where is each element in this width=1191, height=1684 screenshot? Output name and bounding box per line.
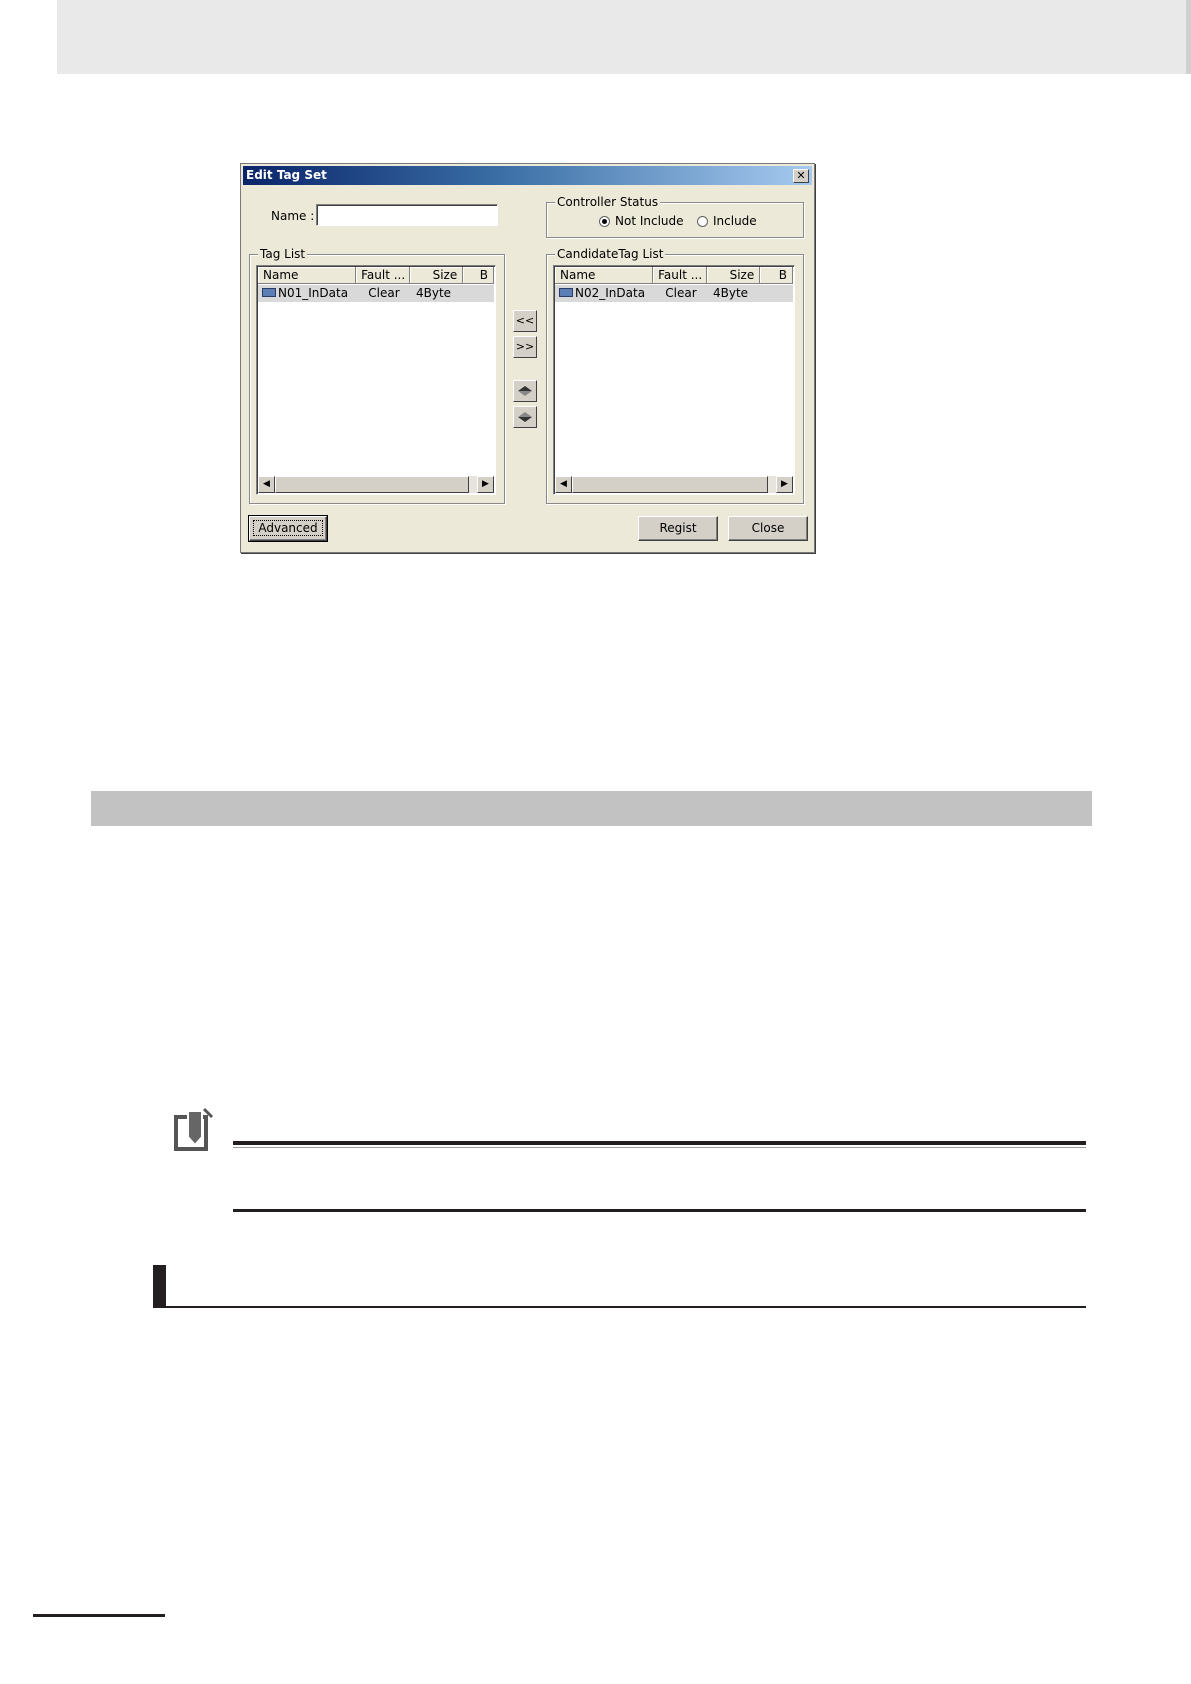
tag-list-group: Tag List Name Fault ... Size B N01_InDat… (249, 247, 505, 504)
row-name-cell: N02_InData (555, 285, 654, 302)
radio-not-include-label: Not Include (615, 214, 684, 228)
radio-include-label: Include (713, 214, 757, 228)
precaution-top-thin-rule (233, 1147, 1086, 1148)
column-fault[interactable]: Fault ... (356, 267, 410, 284)
controller-status-group: Controller Status Not Include Include (546, 195, 804, 238)
dialog-title: Edit Tag Set (246, 168, 327, 182)
row-name: N01_InData (278, 286, 349, 300)
name-field[interactable] (316, 204, 498, 226)
regist-button[interactable]: Regist (638, 516, 718, 541)
candidate-tag-list-legend: CandidateTag List (555, 247, 666, 261)
arrow-up-icon (518, 386, 532, 396)
advanced-button[interactable]: Advanced (248, 515, 328, 542)
page-header-band (57, 0, 1191, 74)
tag-icon (262, 288, 276, 297)
column-name[interactable]: Name (555, 267, 654, 284)
remove-from-tag-list-button[interactable]: >> (513, 336, 537, 358)
dialog-titlebar: Edit Tag Set ✕ (243, 166, 812, 185)
move-up-button[interactable] (513, 380, 537, 402)
page-header-edge (1186, 0, 1191, 74)
close-icon[interactable]: ✕ (793, 169, 809, 183)
row-size: 4Byte (713, 286, 749, 300)
scroll-right-icon[interactable]: ▶ (477, 476, 494, 493)
candidate-tag-list-view[interactable]: Name Fault ... Size B N02_InData Clear 4… (553, 265, 795, 495)
add-to-tag-list-button[interactable]: << (513, 310, 537, 332)
row-name-cell: N01_InData (258, 285, 357, 302)
candidate-list-header: Name Fault ... Size B (555, 267, 794, 284)
candidate-tag-list-group: CandidateTag List Name Fault ... Size B … (546, 247, 804, 504)
scroll-right-icon[interactable]: ▶ (776, 476, 793, 493)
arrow-down-icon (518, 412, 532, 422)
precaution-bottom-rule (233, 1209, 1086, 1212)
tag-icon (559, 288, 573, 297)
precautions-icon (174, 1107, 214, 1151)
section-heading-band (91, 791, 1092, 826)
tag-list-legend: Tag List (258, 247, 308, 261)
footer-rule (33, 1614, 165, 1617)
controller-status-legend: Controller Status (555, 195, 661, 209)
precaution-top-rule (233, 1141, 1086, 1145)
edit-tag-set-dialog: Edit Tag Set ✕ Name : Controller Status … (240, 163, 815, 553)
column-b[interactable]: B (760, 267, 794, 284)
table-row[interactable]: N01_InData Clear 4Byte (258, 285, 494, 302)
subsection-rule (153, 1306, 1086, 1308)
row-fault: Clear (665, 286, 697, 300)
horizontal-scrollbar[interactable]: ◀ ▶ (555, 476, 793, 493)
move-down-button[interactable] (513, 406, 537, 428)
scroll-left-icon[interactable]: ◀ (555, 476, 572, 493)
row-size: 4Byte (416, 286, 452, 300)
radio-not-include[interactable]: Not Include (599, 214, 684, 228)
scroll-left-icon[interactable]: ◀ (258, 476, 275, 493)
radio-include[interactable]: Include (697, 214, 757, 228)
tag-list-view[interactable]: Name Fault ... Size B N01_InData Clear 4… (256, 265, 496, 495)
advanced-button-label: Advanced (253, 520, 323, 536)
close-button[interactable]: Close (728, 516, 808, 541)
column-fault[interactable]: Fault ... (653, 267, 707, 284)
column-name[interactable]: Name (258, 267, 357, 284)
row-name: N02_InData (575, 286, 646, 300)
row-fault: Clear (368, 286, 400, 300)
scrollbar-thumb[interactable] (572, 476, 768, 493)
scrollbar-thumb[interactable] (275, 476, 469, 493)
table-row[interactable]: N02_InData Clear 4Byte (555, 285, 793, 302)
column-size[interactable]: Size (409, 267, 464, 284)
name-label: Name : (271, 209, 315, 223)
column-size[interactable]: Size (706, 267, 761, 284)
tag-list-header: Name Fault ... Size B (258, 267, 495, 284)
horizontal-scrollbar[interactable]: ◀ ▶ (258, 476, 494, 493)
radio-checked-icon[interactable] (599, 215, 610, 227)
subsection-marker (153, 1265, 166, 1308)
column-b[interactable]: B (463, 267, 495, 284)
radio-unchecked-icon[interactable] (697, 215, 708, 227)
